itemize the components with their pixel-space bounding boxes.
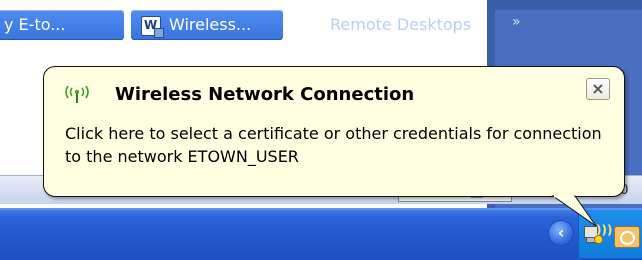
balloon-message[interactable]: Click here to select a certificate or ot… xyxy=(65,122,610,168)
taskbar xyxy=(0,208,642,260)
taskbar-remote-desktops-label[interactable]: Remote Desktops xyxy=(330,10,471,40)
warning-badge-icon xyxy=(594,235,603,244)
tray-show-hidden-icons-button[interactable]: ‹ xyxy=(548,220,574,246)
balloon-title: Wireless Network Connection xyxy=(115,84,415,105)
taskbar-overflow-chevron-icon[interactable]: » xyxy=(512,10,521,34)
close-icon[interactable]: × xyxy=(586,78,610,100)
wireless-signal-icon xyxy=(65,86,89,103)
taskbar-button-eto[interactable]: y E-to... xyxy=(0,10,124,40)
messenger-icon[interactable] xyxy=(614,226,640,248)
taskbar-button-label: Wireless... xyxy=(169,15,252,34)
taskbar-button-label: y E-to... xyxy=(4,15,66,34)
word-document-icon xyxy=(141,10,164,40)
network-warning-icon[interactable]: ))) xyxy=(582,223,612,246)
taskbar-button-wireless[interactable]: Wireless... xyxy=(131,10,283,40)
